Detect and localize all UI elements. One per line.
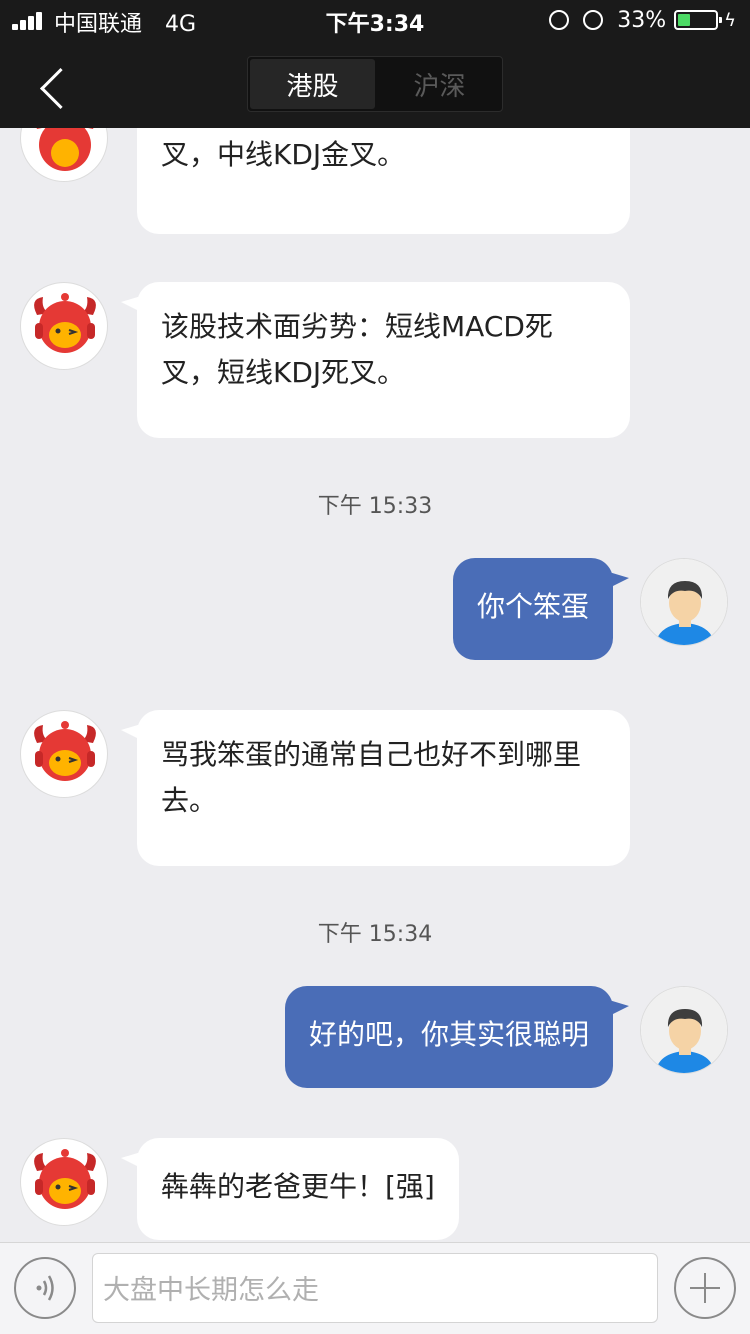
input-bar: 大盘中长期怎么走: [0, 1242, 750, 1334]
timestamp: 下午 15:33: [317, 494, 433, 519]
bull-mascot-avatar: [20, 710, 108, 798]
message-bubble: 犇犇的老爸更牛！[强]: [121, 1138, 459, 1240]
chat-area[interactable]: 该股技术面优势：中线MACD金叉，中线KDJ金叉。 该股技术面劣势：短线MACD…: [0, 128, 750, 1242]
message-input[interactable]: 大盘中长期怎么走: [92, 1253, 658, 1323]
message-bubble: 该股技术面劣势：短线MACD死叉，短线KDJ死叉。: [121, 282, 630, 438]
user-avatar: [640, 558, 728, 646]
rotation-lock-icon: [549, 10, 570, 30]
message-bubble: 该股技术面优势：中线MACD金叉，中线KDJ金叉。: [137, 128, 630, 234]
battery-icon: [674, 10, 723, 30]
plus-button[interactable]: [674, 1257, 736, 1319]
back-button[interactable]: [40, 66, 80, 116]
message-bubble: 你个笨蛋: [452, 558, 630, 660]
message-bubble: 骂我笨蛋的通常自己也好不到哪里去。: [121, 710, 630, 866]
top-bar: 中国联通 4G 下午3:34 33% ϟ 港股 沪深: [0, 0, 750, 128]
voice-icon: [36, 1275, 54, 1301]
bull-mascot-avatar: [20, 128, 108, 182]
user-message: 你个笨蛋: [0, 558, 750, 662]
bot-message: 该股技术面劣势：短线MACD死叉，短线KDJ死叉。: [0, 280, 750, 440]
bot-message: 骂我笨蛋的通常自己也好不到哪里去。: [0, 708, 750, 868]
market-segmented-control: 港股 沪深: [247, 56, 503, 112]
status-bar: 中国联通 4G 下午3:34 33% ϟ: [0, 0, 750, 40]
tab-a-shares[interactable]: 沪深: [377, 57, 502, 111]
tab-hk-stocks[interactable]: 港股: [250, 59, 375, 109]
user-message: 好的吧，你其实很聪明: [0, 986, 750, 1090]
bull-mascot-avatar: [20, 1138, 108, 1226]
alarm-icon: [583, 10, 604, 30]
battery-percent: 33%: [617, 7, 667, 33]
bull-mascot-avatar: [20, 282, 108, 370]
voice-button[interactable]: [14, 1257, 76, 1319]
user-avatar: [640, 986, 728, 1074]
timestamp: 下午 15:34: [317, 922, 433, 947]
bot-message: 该股技术面优势：中线MACD金叉，中线KDJ金叉。: [0, 128, 750, 234]
message-bubble: 好的吧，你其实很聪明: [284, 986, 630, 1088]
bot-message: 犇犇的老爸更牛！[强]: [0, 1138, 750, 1242]
charging-icon: ϟ: [724, 9, 736, 31]
